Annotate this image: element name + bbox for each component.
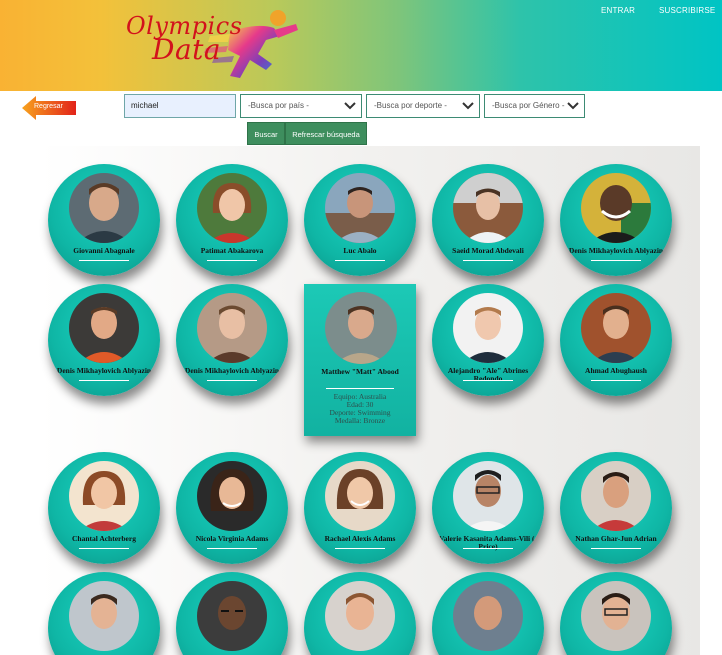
- name-underline: [207, 548, 257, 549]
- athlete-card[interactable]: Ahmad Abughaush: [560, 284, 672, 396]
- name-underline: [591, 380, 641, 381]
- athlete-photo: [69, 293, 139, 363]
- header-banner: Olympics Data ENTRAR SUSCRIBIRSE: [0, 0, 722, 91]
- athlete-photo: [453, 461, 523, 531]
- athlete-photo: [325, 173, 395, 243]
- athlete-photo: [69, 461, 139, 531]
- athlete-medal: Medalla: Bronze: [334, 416, 386, 425]
- athlete-photo: [453, 581, 523, 651]
- athlete-card[interactable]: Luc Abalo: [304, 164, 416, 276]
- name-underline: [463, 380, 513, 381]
- search-button[interactable]: Buscar: [247, 122, 285, 145]
- country-select[interactable]: -Busca por país -: [240, 94, 362, 118]
- athlete-name: Denis Mikhaylovich Ablyazin: [568, 246, 664, 255]
- gender-select[interactable]: -Busca por Género -: [484, 94, 585, 118]
- logo-title-line2: Data: [152, 33, 222, 66]
- athlete-name: Matthew "Matt" Abood: [321, 367, 399, 376]
- athlete-photo: [197, 293, 267, 363]
- name-underline: [463, 260, 513, 261]
- sport-select-value: -Busca por deporte -: [374, 101, 447, 110]
- athlete-photo: [581, 293, 651, 363]
- athlete-name: Denis Mikhaylovich Ablyazin: [56, 366, 152, 375]
- athlete-card[interactable]: Alejandro "Ale" Abrines Redondo: [432, 284, 544, 396]
- name-underline: [79, 548, 129, 549]
- athlete-name: Giovanni Abagnale: [73, 246, 135, 255]
- name-underline: [79, 380, 129, 381]
- athlete-photo: [325, 581, 395, 651]
- name-underline: [326, 388, 394, 389]
- country-select-value: -Busca por país -: [248, 101, 309, 110]
- athlete-card[interactable]: Denis Mikhaylovich Ablyazin: [48, 284, 160, 396]
- athlete-card[interactable]: Chantal Achterberg: [48, 452, 160, 564]
- athlete-card[interactable]: Nathan Ghar-Jun Adrian: [560, 452, 672, 564]
- athlete-name: Ahmad Abughaush: [585, 366, 647, 375]
- nav-subscribe-link[interactable]: SUSCRIBIRSE: [659, 6, 715, 15]
- back-button-label: Regresar: [34, 103, 63, 110]
- chevron-down-icon: [567, 102, 579, 110]
- name-underline: [335, 548, 385, 549]
- athlete-photo: [197, 461, 267, 531]
- gender-select-value: -Busca por Género -: [492, 101, 565, 110]
- name-underline: [335, 260, 385, 261]
- name-underline: [207, 260, 257, 261]
- athlete-card-expanded[interactable]: Matthew "Matt" Abood Equipo: Australia E…: [304, 284, 416, 436]
- athlete-photo: [197, 173, 267, 243]
- name-underline: [79, 260, 129, 261]
- athlete-photo: [581, 173, 651, 243]
- sport-select[interactable]: -Busca por deporte -: [366, 94, 480, 118]
- athlete-photo: [453, 173, 523, 243]
- athlete-card[interactable]: Saeid Morad Abdevali: [432, 164, 544, 276]
- athlete-photo: [325, 461, 395, 531]
- back-button[interactable]: Regresar: [22, 96, 76, 120]
- name-underline: [591, 260, 641, 261]
- athlete-photo: [69, 581, 139, 651]
- athlete-card[interactable]: Nicola Virginia Adams: [176, 452, 288, 564]
- athlete-card[interactable]: Valerie Kasanita Adams-Vili (-Price): [432, 452, 544, 564]
- refresh-search-button[interactable]: Refrescar búsqueda: [285, 122, 367, 145]
- athlete-card[interactable]: Patimat Abakarova: [176, 164, 288, 276]
- athlete-search-input[interactable]: michael: [124, 94, 236, 118]
- athlete-card[interactable]: Giovanni Abagnale: [48, 164, 160, 276]
- nav-login-link[interactable]: ENTRAR: [601, 6, 635, 15]
- athlete-name: Rachael Alexis Adams: [324, 534, 396, 543]
- athlete-name: Patimat Abakarova: [200, 246, 264, 255]
- athlete-photo: [69, 173, 139, 243]
- chevron-down-icon: [462, 102, 474, 110]
- athlete-photo: [453, 293, 523, 363]
- athlete-photo: [581, 581, 651, 651]
- olympics-data-logo[interactable]: Olympics Data: [122, 4, 304, 88]
- chevron-down-icon: [344, 102, 356, 110]
- athlete-details: Equipo: Australia Edad: 30 Deporte: Swim…: [308, 393, 412, 425]
- athlete-name: Luc Abalo: [343, 246, 377, 255]
- athlete-photo: [197, 581, 267, 651]
- athlete-name: Nathan Ghar-Jun Adrian: [575, 534, 657, 543]
- name-underline: [207, 380, 257, 381]
- name-underline: [591, 548, 641, 549]
- athlete-name: Saeid Morad Abdevali: [452, 246, 524, 255]
- athlete-card[interactable]: Denis Mikhaylovich Ablyazin: [560, 164, 672, 276]
- athlete-name: Chantal Achterberg: [72, 534, 136, 543]
- athlete-photo: [581, 461, 651, 531]
- athlete-name: Nicola Virginia Adams: [195, 534, 269, 543]
- athlete-name: Denis Mikhaylovich Ablyazin: [184, 366, 280, 375]
- athlete-photo: [325, 292, 397, 364]
- name-underline: [463, 548, 513, 549]
- athlete-card[interactable]: Rachael Alexis Adams: [304, 452, 416, 564]
- athlete-card[interactable]: Denis Mikhaylovich Ablyazin: [176, 284, 288, 396]
